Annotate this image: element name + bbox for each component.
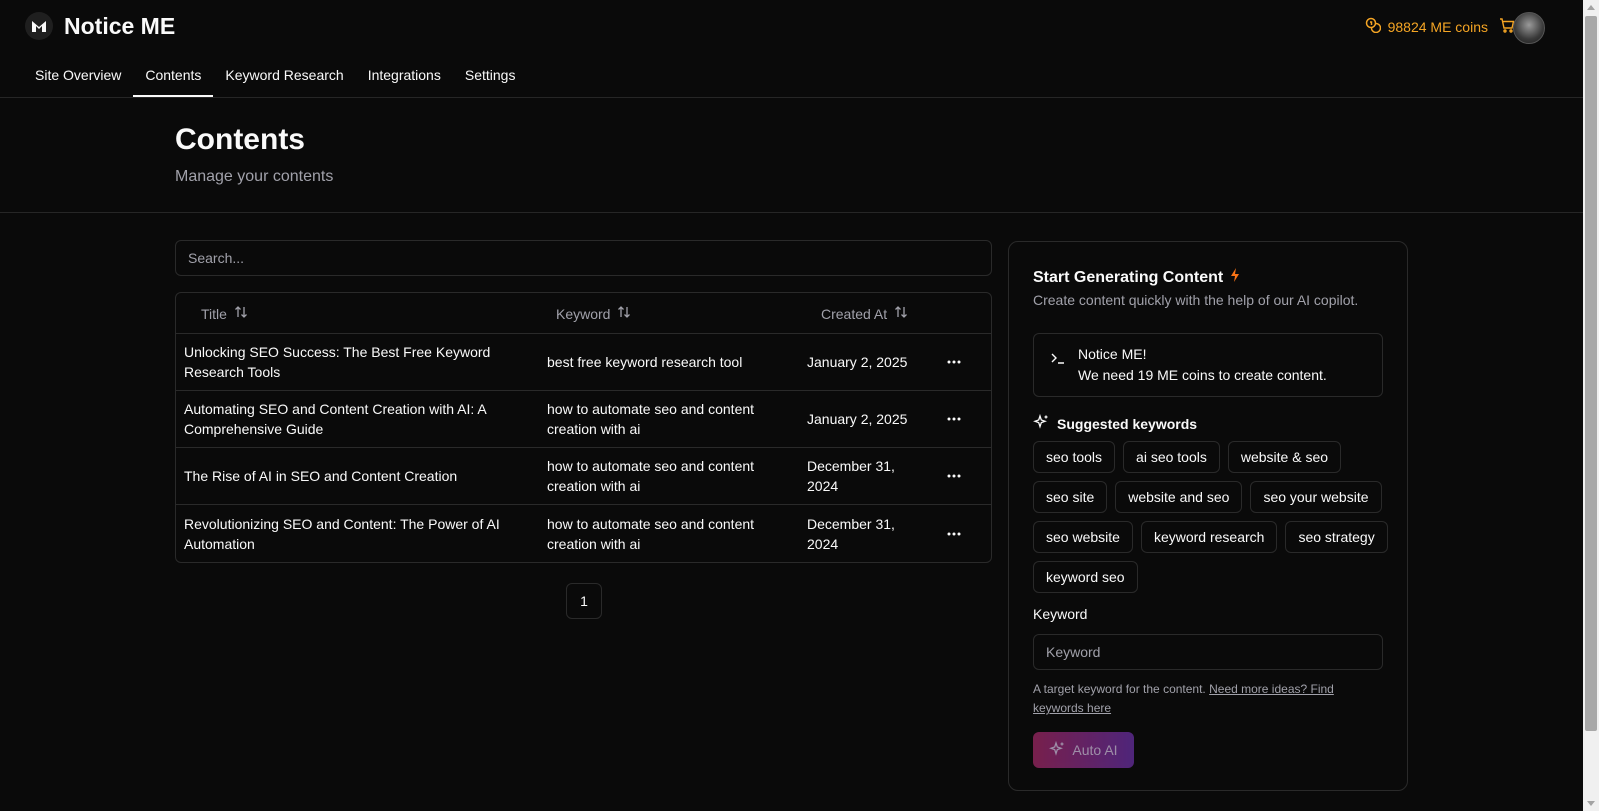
row-created-at: December 31, 2024 [807, 515, 895, 552]
suggested-keywords-title: Suggested keywords [1033, 413, 1198, 433]
keyword-input[interactable] [1033, 634, 1383, 670]
row-keyword: how to automate seo and content creation… [547, 515, 755, 552]
suggested-keywords-label: Suggested keywords [1057, 415, 1198, 432]
keyword-chip[interactable]: seo website [1033, 521, 1133, 553]
user-avatar[interactable] [1513, 12, 1545, 44]
coins-balance[interactable]: 98824 ME coins [1365, 17, 1515, 36]
keyword-chip[interactable]: seo tools [1033, 441, 1116, 473]
logo-icon[interactable] [25, 12, 53, 40]
nav-keyword-research[interactable]: Keyword Research [213, 56, 355, 96]
keyword-help-text: A target keyword for the content. [1033, 682, 1206, 696]
app-header: Notice ME 98824 ME coins Site Overview C… [0, 0, 1583, 98]
sort-icon [234, 305, 248, 322]
suggested-keywords-list: seo tools ai seo tools website & seo seo… [1033, 441, 1393, 593]
row-keyword: best free keyword research tool [547, 354, 743, 370]
page-subtitle: Manage your contents [175, 168, 334, 185]
column-title-header[interactable]: Title [201, 305, 248, 322]
brand-name[interactable]: Notice ME [64, 13, 175, 40]
keyword-chip[interactable]: website and seo [1115, 481, 1243, 513]
lightning-icon [1229, 267, 1241, 288]
keyword-chip[interactable]: keyword research [1140, 521, 1278, 553]
row-title: The Rise of AI in SEO and Content Creati… [184, 468, 458, 484]
sparkles-icon [1049, 740, 1065, 760]
table-row[interactable]: Revolutionizing SEO and Content: The Pow… [176, 505, 991, 562]
table-header: Title Keyword Created At [176, 293, 991, 334]
generator-subtitle: Create content quickly with the help of … [1033, 292, 1359, 308]
auto-ai-button[interactable]: Auto AI [1033, 732, 1134, 768]
scroll-up-arrow-icon[interactable] [1587, 5, 1595, 10]
sort-icon [617, 305, 631, 322]
keyword-help: A target keyword for the content. Need m… [1033, 680, 1383, 718]
keyword-chip[interactable]: website & seo [1227, 441, 1342, 473]
search-input[interactable] [175, 240, 992, 276]
more-horizontal-icon[interactable] [941, 521, 967, 547]
nav-site-overview[interactable]: Site Overview [23, 56, 133, 96]
coins-icon [1365, 17, 1381, 36]
coins-alert: Notice ME! We need 19 ME coins to create… [1033, 333, 1383, 397]
nav-contents[interactable]: Contents [133, 56, 214, 97]
row-created-at: January 2, 2025 [807, 411, 908, 427]
table-row[interactable]: Unlocking SEO Success: The Best Free Key… [176, 334, 991, 391]
row-created-at: December 31, 2024 [807, 458, 895, 494]
auto-ai-label: Auto AI [1072, 742, 1118, 758]
keyword-chip[interactable]: seo strategy [1285, 521, 1388, 553]
column-created-header[interactable]: Created At [821, 305, 908, 322]
row-title: Automating SEO and Content Creation with… [184, 401, 486, 437]
column-label: Created At [821, 305, 888, 322]
table-row[interactable]: The Rise of AI in SEO and Content Creati… [176, 448, 991, 505]
more-horizontal-icon[interactable] [941, 349, 967, 375]
page-header: Contents Manage your contents [0, 98, 1583, 213]
keyword-chip[interactable]: ai seo tools [1123, 441, 1220, 473]
coins-label: 98824 ME coins [1387, 18, 1488, 35]
nav-integrations[interactable]: Integrations [356, 56, 453, 96]
generator-title-text: Start Generating Content [1033, 268, 1224, 286]
row-created-at: January 2, 2025 [807, 354, 908, 370]
keyword-chip[interactable]: seo site [1033, 481, 1108, 513]
terminal-icon [1050, 350, 1066, 371]
pagination-page-button[interactable]: 1 [566, 583, 602, 619]
more-horizontal-icon[interactable] [941, 463, 967, 489]
generator-title: Start Generating Content [1033, 267, 1241, 288]
page-title: Contents [175, 123, 305, 156]
alert-description: We need 19 ME coins to create content. [1078, 367, 1327, 383]
row-title: Unlocking SEO Success: The Best Free Key… [184, 344, 491, 380]
column-label: Title [201, 305, 227, 322]
row-keyword: how to automate seo and content creation… [547, 401, 755, 437]
more-horizontal-icon[interactable] [941, 406, 967, 432]
table-row[interactable]: Automating SEO and Content Creation with… [176, 391, 991, 448]
row-keyword: how to automate seo and content creation… [547, 458, 755, 494]
column-label: Keyword [556, 305, 611, 322]
page-scrollbar[interactable] [1583, 0, 1599, 811]
scroll-down-arrow-icon[interactable] [1587, 801, 1595, 806]
alert-title: Notice ME! [1078, 346, 1147, 362]
column-keyword-header[interactable]: Keyword [556, 305, 631, 322]
keyword-chip[interactable]: keyword seo [1033, 561, 1138, 593]
scrollbar-thumb[interactable] [1585, 16, 1597, 731]
keyword-label: Keyword [1033, 606, 1088, 622]
sparkles-icon [1033, 413, 1049, 433]
main-nav: Site Overview Contents Keyword Research … [23, 56, 528, 97]
contents-table: Title Keyword Created At Unlocking SEO S… [175, 292, 992, 563]
generator-card: Start Generating Content Create content … [1008, 241, 1408, 791]
row-title: Revolutionizing SEO and Content: The Pow… [184, 515, 500, 552]
keyword-chip[interactable]: seo your website [1250, 481, 1382, 513]
nav-settings[interactable]: Settings [453, 56, 528, 96]
sort-icon [894, 305, 908, 322]
